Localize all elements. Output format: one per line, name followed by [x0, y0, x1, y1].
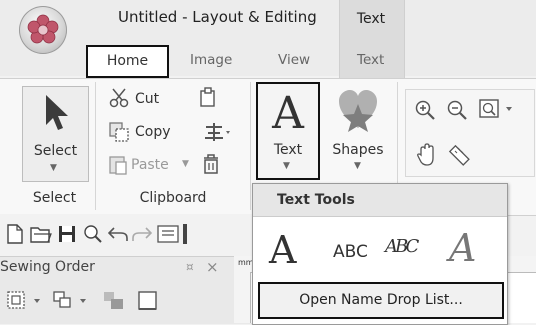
display-mode-icon: [157, 225, 179, 243]
format-painter-icon: [200, 87, 215, 107]
zoom-preview-icon: [84, 225, 102, 243]
cut-button[interactable]: Cut: [135, 91, 159, 107]
text-tool-decorative-a[interactable]: A: [449, 226, 476, 270]
save-icon: [59, 226, 75, 242]
panel-close-icon[interactable]: ×: [206, 258, 219, 276]
app-logo-icon[interactable]: [19, 6, 67, 54]
tab-view[interactable]: View: [278, 52, 310, 68]
paste-dropdown-chevron-icon: ▼: [182, 159, 189, 169]
text-letter-icon: A: [272, 88, 304, 139]
tab-text[interactable]: Text: [357, 52, 384, 68]
paste-icon: [109, 156, 127, 175]
zoom-out-icon: [447, 100, 467, 120]
arrange-order-icon: [104, 292, 123, 309]
chevron-down-icon: ▼: [50, 163, 57, 173]
open-folder-icon: [30, 227, 52, 243]
redo-icon: [132, 227, 152, 241]
clipboard-group-label: Clipboard: [139, 190, 207, 206]
tab-image[interactable]: Image: [190, 52, 232, 68]
pan-hand-icon: [417, 143, 434, 166]
paste-button[interactable]: Paste: [131, 157, 169, 173]
shapes-button[interactable]: Shapes ▼: [323, 82, 393, 180]
zoom-in-icon: [415, 100, 435, 120]
open-name-drop-list-button[interactable]: Open Name Drop List...: [258, 282, 504, 319]
undo-icon: [108, 227, 128, 241]
frame-view-icon: [138, 291, 157, 310]
text-button[interactable]: A Text ▼: [256, 82, 320, 180]
align-icon: [205, 123, 230, 141]
copy-button[interactable]: Copy: [135, 124, 171, 140]
sewing-order-title: Sewing Order: [0, 259, 95, 275]
measure-ruler-icon: [448, 144, 470, 166]
chevron-down-icon: ▼: [354, 161, 361, 171]
new-file-icon: [7, 224, 23, 244]
select-button-label: Select: [33, 143, 78, 159]
shapes-button-label: Shapes: [332, 142, 384, 158]
toolbar-more-icon: [183, 224, 187, 244]
select-button[interactable]: Select ▼: [22, 86, 89, 182]
text-tools-header: Text Tools: [253, 184, 507, 217]
ribbon-separator: [95, 82, 96, 210]
chevron-down-icon: ▼: [283, 161, 290, 171]
zoom-fit-icon: [479, 99, 512, 118]
tab-row: [0, 44, 536, 76]
vertical-ruler: [234, 272, 251, 323]
panel-pin-icon[interactable]: ¤: [186, 260, 194, 274]
select-frame-icon: [7, 291, 40, 309]
text-tool-monogram[interactable]: ABC: [385, 236, 421, 257]
select-group-label: Select: [32, 190, 77, 206]
copy-icon: [109, 122, 129, 142]
ribbon-separator: [250, 82, 251, 210]
scissors-icon: [109, 88, 129, 108]
text-button-label: Text: [273, 142, 303, 158]
contextual-tab-label: Text: [356, 11, 386, 27]
window-title: Untitled - Layout & Editing: [118, 8, 317, 26]
cursor-arrow-icon: [46, 95, 68, 130]
tab-home[interactable]: Home: [86, 45, 169, 78]
heart-star-shapes-icon: [339, 90, 377, 132]
delete-trash-icon: [204, 154, 218, 174]
group-objects-icon: [53, 291, 86, 308]
text-tool-abc[interactable]: ABC: [333, 242, 368, 262]
text-tool-a[interactable]: A: [269, 228, 296, 272]
